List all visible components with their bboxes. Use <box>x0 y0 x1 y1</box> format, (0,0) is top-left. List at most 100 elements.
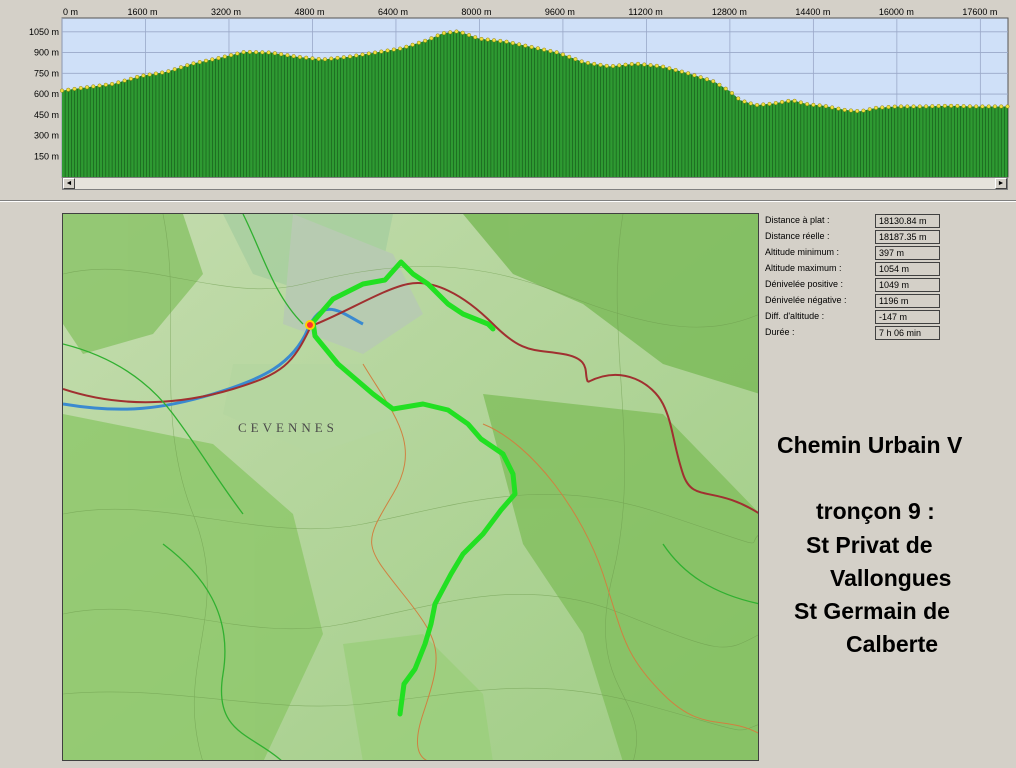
start-marker[interactable] <box>305 320 315 330</box>
stat-label: Altitude maximum : <box>765 263 842 273</box>
track-point <box>949 103 954 108</box>
track-point <box>160 70 165 75</box>
stat-label: Altitude minimum : <box>765 247 840 257</box>
track-point <box>247 50 252 55</box>
track-point <box>423 38 428 43</box>
track-point <box>197 60 202 65</box>
stat-label: Dénivelée négative : <box>765 295 847 305</box>
track-point <box>611 64 616 69</box>
track-point <box>141 73 146 78</box>
track-point <box>210 57 215 62</box>
track-point <box>285 53 290 58</box>
track-point <box>786 98 791 103</box>
track-point <box>980 104 985 109</box>
x-tick-label: 12800 m <box>712 7 747 17</box>
track-point <box>811 102 816 107</box>
track-point <box>560 52 565 57</box>
track-point <box>341 55 346 60</box>
title-line-4: Vallongues <box>830 565 952 591</box>
stat-value: 1049 m <box>875 278 940 292</box>
title-line-5: St Germain de <box>794 598 950 624</box>
track-point <box>848 108 853 113</box>
track-point <box>886 105 891 110</box>
track-point <box>454 29 459 34</box>
track-point <box>310 56 315 61</box>
x-tick-label: 6400 m <box>378 7 408 17</box>
x-tick-label: 17600 m <box>962 7 997 17</box>
stat-value: 7 h 06 min <box>875 326 940 340</box>
track-point <box>585 60 590 65</box>
track-point <box>103 82 108 87</box>
stat-label: Durée : <box>765 327 795 337</box>
track-point <box>366 51 371 56</box>
track-point <box>861 108 866 113</box>
y-tick-label: 150 m <box>34 151 59 161</box>
scroll-track[interactable] <box>75 178 995 189</box>
x-tick-label: 16000 m <box>879 7 914 17</box>
track-point <box>679 69 684 74</box>
x-tick-label: 3200 m <box>211 7 241 17</box>
track-point <box>873 105 878 110</box>
track-point <box>216 56 221 61</box>
track-point <box>592 61 597 66</box>
profile-scrollbar[interactable]: ◄ ► <box>62 177 1008 190</box>
track-point <box>905 104 910 109</box>
stat-row: Dénivelée négative : 1196 m <box>765 293 945 309</box>
scroll-left-button[interactable]: ◄ <box>63 178 75 189</box>
title-line-3: St Privat de <box>806 532 933 558</box>
stat-label: Diff. d'altitude : <box>765 311 825 321</box>
track-point <box>967 104 972 109</box>
track-point <box>135 74 140 79</box>
track-point <box>147 72 152 77</box>
track-point <box>930 104 935 109</box>
track-point <box>654 63 659 68</box>
track-point <box>704 77 709 82</box>
track-point <box>110 81 115 86</box>
track-point <box>235 51 240 56</box>
arrow-right-icon: ► <box>997 180 1005 187</box>
x-tick-label: 11200 m <box>628 7 662 17</box>
stat-row: Durée : 7 h 06 min <box>765 325 945 341</box>
track-point <box>153 71 158 76</box>
track-point <box>836 106 841 111</box>
y-tick-label: 300 m <box>34 131 59 141</box>
scroll-right-button[interactable]: ► <box>995 178 1007 189</box>
track-point <box>185 63 190 68</box>
track-point <box>529 45 534 50</box>
track-point <box>304 55 309 60</box>
track-point <box>817 103 822 108</box>
x-tick-label: 4800 m <box>294 7 324 17</box>
panel-separator <box>0 200 1016 202</box>
track-point <box>773 101 778 106</box>
track-point <box>91 84 96 89</box>
topographic-map[interactable]: CEVENNES <box>62 213 759 761</box>
track-point <box>72 86 77 91</box>
stat-value: 1196 m <box>875 294 940 308</box>
stat-label: Distance réelle : <box>765 231 830 241</box>
track-point <box>60 88 65 93</box>
track-point <box>830 105 835 110</box>
track-point <box>435 33 440 38</box>
track-point <box>842 107 847 112</box>
x-axis-ticks: 0 m 1600 m 3200 m 4800 m 6400 m 8000 m 9600 m 1… <box>63 7 997 17</box>
stat-value: 397 m <box>875 246 940 260</box>
track-point <box>404 44 409 49</box>
stat-value: 1054 m <box>875 262 940 276</box>
track-point <box>473 35 478 40</box>
track-point <box>686 71 691 76</box>
track-point <box>517 42 522 47</box>
track-point <box>955 104 960 109</box>
track-point <box>986 104 991 109</box>
map-canvas[interactable]: CEVENNES <box>63 214 759 761</box>
stat-row: Altitude minimum : 397 m <box>765 245 945 261</box>
track-point <box>767 101 772 106</box>
stat-value: 18187.35 m <box>875 230 940 244</box>
track-point <box>698 75 703 80</box>
track-point <box>398 46 403 51</box>
track-point <box>548 49 553 54</box>
track-point <box>329 56 334 61</box>
track-point <box>128 76 133 81</box>
y-tick-label: 1050 m <box>29 27 59 37</box>
track-point <box>466 33 471 38</box>
track-point <box>391 47 396 52</box>
